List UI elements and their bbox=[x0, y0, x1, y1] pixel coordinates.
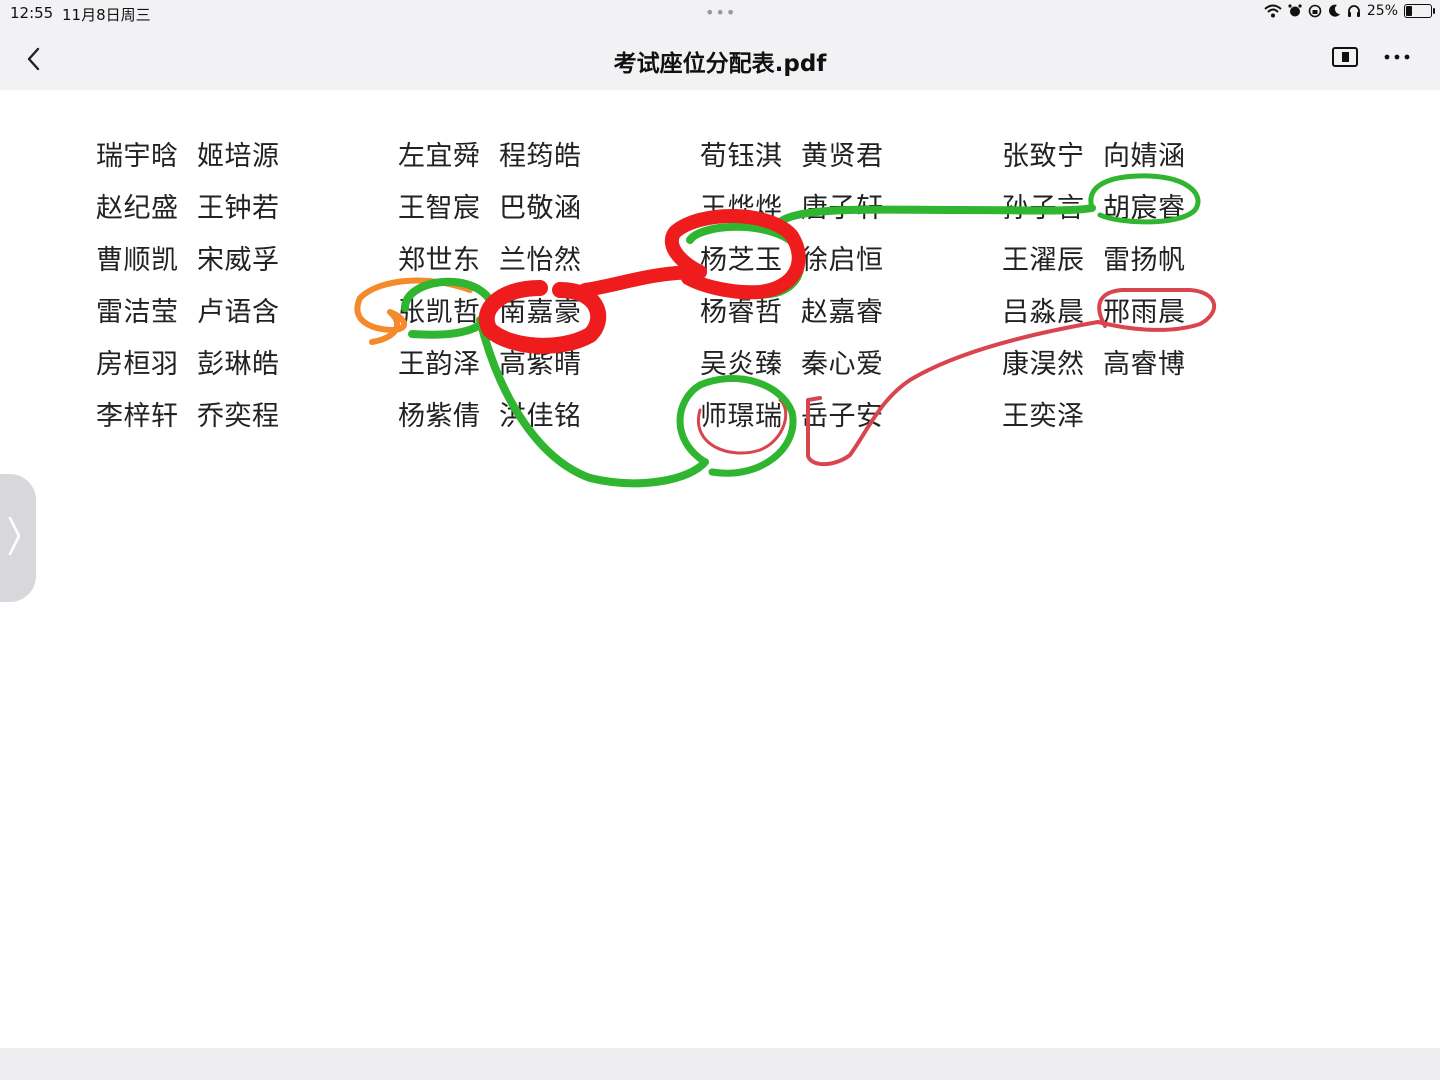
student-name: 瑞宇晗 bbox=[96, 141, 179, 172]
student-name: 王濯辰 bbox=[1002, 245, 1085, 276]
pdf-page[interactable]: 瑞宇晗赵纪盛曹顺凯雷洁莹房桓羽李梓轩 姬培源王钟若宋威孚卢语含彭琳皓乔奕程 左宜舜王… bbox=[0, 90, 1440, 1048]
status-bar: 12:55 11月8日周三 ••• 25% bbox=[0, 0, 1440, 28]
sidebar-toggle-tab[interactable] bbox=[0, 474, 36, 602]
student-name: 师璟瑞 bbox=[700, 401, 783, 432]
ellipsis-icon bbox=[1384, 54, 1410, 60]
wifi-icon bbox=[1264, 4, 1282, 18]
student-name: 孙子言 bbox=[1002, 193, 1085, 224]
student-name: 王智宸 bbox=[398, 193, 481, 224]
student-name: 唐子轩 bbox=[801, 193, 884, 224]
student-name: 荀钰淇 bbox=[700, 141, 783, 172]
battery-fill bbox=[1406, 6, 1412, 16]
battery-icon bbox=[1404, 4, 1435, 18]
bottom-bar bbox=[0, 1048, 1440, 1080]
headphones-icon bbox=[1347, 5, 1360, 17]
red-connector bbox=[578, 265, 707, 297]
student-name: 张凯哲 bbox=[398, 297, 481, 328]
student-name: 秦心爱 bbox=[801, 349, 884, 380]
chevron-right-icon bbox=[8, 516, 21, 556]
student-name: 康淏然 bbox=[1002, 349, 1085, 380]
student-name: 曹顺凯 bbox=[96, 245, 179, 276]
student-name: 左宜舜 bbox=[398, 141, 481, 172]
student-name: 雷洁莹 bbox=[96, 297, 179, 328]
handwritten-annotations bbox=[354, 173, 1217, 488]
battery-percent: 25% bbox=[1366, 3, 1398, 19]
student-name: 赵嘉睿 bbox=[801, 297, 884, 328]
student-name: 高紫晴 bbox=[499, 349, 582, 380]
student-name: 南嘉豪 bbox=[499, 297, 582, 328]
student-name: 王烨烨 bbox=[700, 193, 783, 224]
student-name: 吕淼晨 bbox=[1002, 297, 1085, 328]
student-name: 胡宸睿 bbox=[1103, 193, 1186, 224]
student-name: 房桓羽 bbox=[96, 349, 179, 380]
document-title: 考试座位分配表.pdf bbox=[613, 51, 827, 77]
student-name: 张致宁 bbox=[1002, 141, 1085, 172]
student-name: 高睿博 bbox=[1103, 349, 1186, 380]
student-name: 邢雨晨 bbox=[1103, 297, 1186, 328]
multitasking-dots-icon[interactable]: ••• bbox=[705, 3, 736, 22]
student-name: 郑世东 bbox=[398, 245, 481, 276]
student-name: 洪佳铭 bbox=[499, 401, 582, 432]
student-name: 杨芝玉 bbox=[700, 245, 783, 276]
navigation-bar: 考试座位分配表.pdf bbox=[0, 28, 1440, 90]
student-name: 李梓轩 bbox=[96, 401, 179, 432]
student-name: 王韵泽 bbox=[398, 349, 481, 380]
rotation-lock-icon bbox=[1308, 4, 1322, 18]
student-name: 向婧涵 bbox=[1103, 141, 1186, 172]
more-options-button[interactable] bbox=[1382, 44, 1416, 74]
student-name: 姬培源 bbox=[197, 141, 280, 172]
status-date: 11月8日周三 bbox=[62, 6, 151, 24]
student-name: 雷扬帆 bbox=[1103, 245, 1186, 276]
moon-icon bbox=[1328, 4, 1340, 17]
student-name: 杨睿哲 bbox=[700, 297, 783, 328]
student-name: 赵纪盛 bbox=[96, 193, 179, 224]
alarm-icon bbox=[1288, 4, 1302, 17]
status-icons: 25% bbox=[1264, 3, 1435, 19]
student-name: 徐启恒 bbox=[801, 245, 884, 276]
student-name: 兰怡然 bbox=[499, 245, 582, 276]
status-time: 12:55 bbox=[10, 4, 54, 22]
student-name: 黄贤君 bbox=[801, 141, 884, 172]
student-name: 程筠皓 bbox=[499, 141, 582, 172]
sidebar-panel-icon bbox=[1332, 47, 1358, 67]
student-name: 岳子安 bbox=[801, 401, 884, 432]
student-name: 王奕泽 bbox=[1002, 401, 1085, 432]
sidebar-panel-button[interactable] bbox=[1330, 44, 1364, 74]
student-name: 王钟若 bbox=[197, 193, 280, 224]
student-name: 吴炎臻 bbox=[700, 349, 783, 380]
student-name: 卢语含 bbox=[197, 297, 280, 328]
student-name: 彭琳皓 bbox=[197, 349, 280, 380]
student-name: 巴敬涵 bbox=[499, 193, 582, 224]
student-name: 乔奕程 bbox=[197, 401, 280, 432]
student-name: 杨紫倩 bbox=[398, 401, 481, 432]
student-name: 宋威孚 bbox=[197, 245, 280, 276]
